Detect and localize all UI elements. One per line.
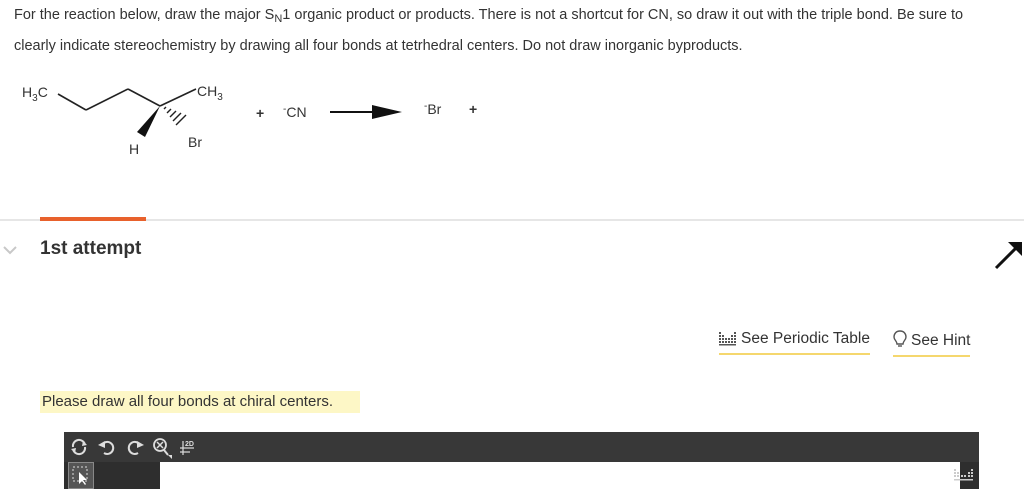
lightbulb-icon (893, 330, 907, 353)
expand-arrow-icon[interactable] (992, 238, 1024, 272)
selection-tool[interactable] (68, 462, 94, 489)
selection-lasso-icon (72, 466, 88, 485)
clear-canvas-icon[interactable] (68, 435, 90, 459)
reaction-scheme: H3C CH3 H Br + -CN -Br + (22, 83, 477, 157)
drawing-canvas[interactable] (160, 462, 960, 489)
svg-text:2D: 2D (185, 441, 194, 448)
chevron-down-icon[interactable] (2, 243, 18, 257)
h-label: H (129, 141, 139, 157)
periodic-table-icon (719, 330, 737, 351)
see-periodic-table-link[interactable]: See Periodic Table (719, 330, 870, 355)
bromide-product: -Br (424, 101, 442, 117)
hint-banner: Please draw all four bonds at chiral cen… (40, 391, 360, 413)
molecule-bonds (57, 88, 197, 111)
dash-bond (163, 106, 187, 126)
periodic-table-label: See Periodic Table (741, 330, 870, 347)
periodic-table-tool-icon[interactable] (953, 465, 975, 485)
wedge-bond (137, 106, 160, 137)
redo-icon[interactable] (124, 435, 146, 459)
2d-structure-tool[interactable]: 2D (178, 435, 204, 459)
ch3-label: CH3 (197, 83, 223, 103)
drawing-area-row (64, 462, 979, 489)
br-label: Br (188, 134, 202, 150)
undo-icon[interactable] (96, 435, 118, 459)
reaction-arrow-head (372, 105, 402, 119)
plus-sign: + (256, 105, 264, 121)
hint-label: See Hint (911, 332, 971, 349)
attempt-title[interactable]: 1st attempt (40, 238, 141, 260)
question-text: For the reaction below, draw the major S… (14, 2, 1004, 60)
section-divider (0, 219, 1024, 221)
question-part1: For the reaction below, draw the major S (14, 7, 275, 23)
see-hint-link[interactable]: See Hint (893, 330, 971, 357)
drawing-toolbar: 2D (64, 432, 979, 462)
plus-sign-2: + (469, 101, 477, 117)
attempt-progress-indicator (40, 217, 146, 221)
cyanide-reagent: -CN (283, 104, 307, 120)
zoom-reset-icon[interactable] (150, 435, 172, 459)
h3c-label: H3C (22, 84, 48, 104)
